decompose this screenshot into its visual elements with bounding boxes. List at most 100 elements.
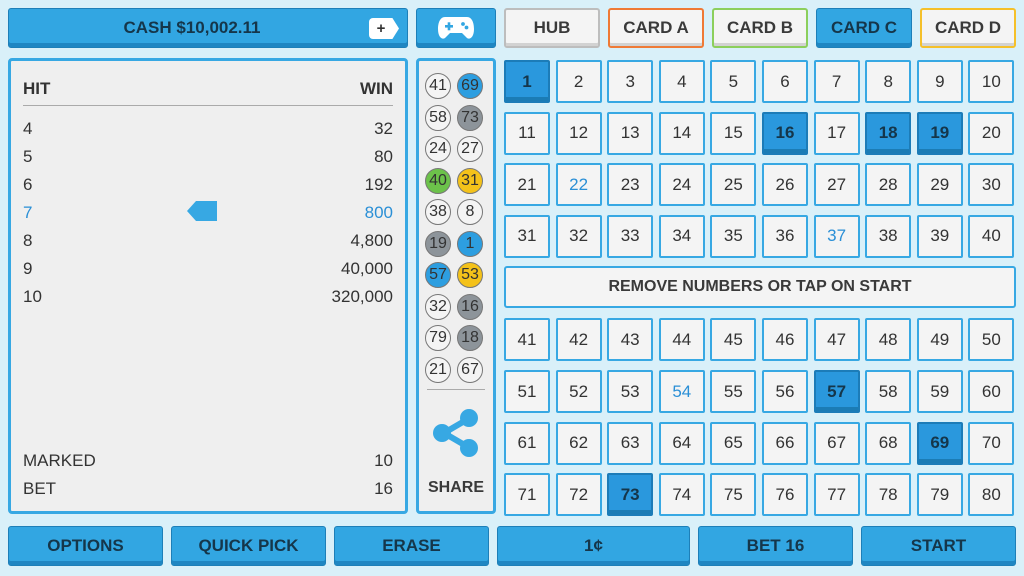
board-cell-47[interactable]: 47 [813, 318, 860, 362]
board-cell-67[interactable]: 67 [813, 421, 860, 465]
tab-card-a[interactable]: CARD A [608, 8, 704, 48]
bet-button[interactable]: BET 16 [698, 526, 853, 566]
board-cell-62[interactable]: 62 [555, 421, 602, 465]
board-cell-23[interactable]: 23 [607, 163, 654, 207]
board-cell-34[interactable]: 34 [658, 214, 705, 258]
denomination-button[interactable]: 1¢ [497, 526, 690, 566]
board-cell-28[interactable]: 28 [865, 163, 912, 207]
board-cell-12[interactable]: 12 [555, 111, 602, 155]
board-cell-39[interactable]: 39 [916, 214, 963, 258]
board-cell-14[interactable]: 14 [658, 111, 705, 155]
board-cell-2[interactable]: 2 [555, 60, 602, 103]
board-cell-66[interactable]: 66 [762, 421, 808, 465]
add-cash-icon[interactable]: + [369, 18, 399, 39]
board-cell-9[interactable]: 9 [916, 60, 963, 103]
board-cell-31[interactable]: 31 [504, 214, 550, 258]
board-cell-49[interactable]: 49 [916, 318, 963, 362]
board-cell-38[interactable]: 38 [865, 214, 912, 258]
board-cell-15[interactable]: 15 [710, 111, 757, 155]
games-button[interactable] [416, 8, 496, 48]
start-button[interactable]: START [861, 526, 1016, 566]
board-cell-54[interactable]: 54 [658, 370, 705, 413]
win-amount: 192 [364, 175, 393, 194]
board-cell-78[interactable]: 78 [865, 473, 912, 517]
board-cell-63[interactable]: 63 [607, 421, 654, 465]
board-cell-65[interactable]: 65 [710, 421, 757, 465]
board-cell-73[interactable]: 73 [607, 473, 654, 517]
board-cell-42[interactable]: 42 [555, 318, 602, 362]
board-cell-45[interactable]: 45 [710, 318, 757, 362]
board-cell-22[interactable]: 22 [555, 163, 602, 207]
board-cell-69[interactable]: 69 [916, 421, 963, 465]
board-cell-64[interactable]: 64 [658, 421, 705, 465]
board-cell-25[interactable]: 25 [710, 163, 757, 207]
tab-card-b[interactable]: CARD B [712, 8, 808, 48]
board-cell-41[interactable]: 41 [504, 318, 550, 362]
board-cell-6[interactable]: 6 [762, 60, 808, 103]
board-cell-75[interactable]: 75 [710, 473, 757, 517]
drawn-ball: 67 [457, 356, 483, 383]
board-cell-30[interactable]: 30 [968, 163, 1015, 207]
board-cell-17[interactable]: 17 [813, 111, 860, 155]
board-cell-13[interactable]: 13 [607, 111, 654, 155]
board-cell-19[interactable]: 19 [916, 111, 963, 155]
board-cell-68[interactable]: 68 [865, 421, 912, 465]
board-cell-18[interactable]: 18 [865, 111, 912, 155]
board-cell-60[interactable]: 60 [968, 370, 1015, 413]
board-cell-35[interactable]: 35 [710, 214, 757, 258]
board-cell-33[interactable]: 33 [607, 214, 654, 258]
board-cell-44[interactable]: 44 [658, 318, 705, 362]
board-cell-71[interactable]: 71 [504, 473, 550, 517]
board-cell-50[interactable]: 50 [968, 318, 1015, 362]
share-button[interactable]: SHARE [419, 407, 493, 497]
board-cell-55[interactable]: 55 [710, 370, 757, 413]
board-cell-32[interactable]: 32 [555, 214, 602, 258]
tab-hub[interactable]: HUB [504, 8, 600, 48]
board-cell-5[interactable]: 5 [710, 60, 757, 103]
board-cell-43[interactable]: 43 [607, 318, 654, 362]
board-cell-79[interactable]: 79 [916, 473, 963, 517]
board-cell-29[interactable]: 29 [916, 163, 963, 207]
board-cell-77[interactable]: 77 [813, 473, 860, 517]
board-cell-58[interactable]: 58 [865, 370, 912, 413]
cash-button[interactable]: CASH $10,002.11 + [8, 8, 408, 48]
board-cell-26[interactable]: 26 [762, 163, 808, 207]
board-cell-52[interactable]: 52 [555, 370, 602, 413]
board-cell-20[interactable]: 20 [968, 111, 1015, 155]
board-cell-51[interactable]: 51 [504, 370, 550, 413]
erase-button[interactable]: ERASE [334, 526, 489, 566]
tab-card-c[interactable]: CARD C [816, 8, 912, 48]
board-cell-70[interactable]: 70 [968, 421, 1015, 465]
board-cell-57[interactable]: 57 [813, 370, 860, 413]
board-cell-7[interactable]: 7 [813, 60, 860, 103]
board-cell-3[interactable]: 3 [607, 60, 654, 103]
board-cell-76[interactable]: 76 [762, 473, 808, 517]
board-cell-10[interactable]: 10 [968, 60, 1015, 103]
drawn-ball: 24 [425, 136, 451, 162]
board-cell-74[interactable]: 74 [658, 473, 705, 517]
board-cell-4[interactable]: 4 [658, 60, 705, 103]
board-cell-40[interactable]: 40 [968, 214, 1015, 258]
board-cell-56[interactable]: 56 [762, 370, 808, 413]
tab-card-d[interactable]: CARD D [920, 8, 1016, 48]
quick-pick-button[interactable]: QUICK PICK [171, 526, 326, 566]
board-cell-27[interactable]: 27 [813, 163, 860, 207]
board-cell-16[interactable]: 16 [762, 111, 808, 155]
board-cell-48[interactable]: 48 [865, 318, 912, 362]
board-cell-11[interactable]: 11 [504, 111, 550, 155]
board-cell-36[interactable]: 36 [762, 214, 808, 258]
drawn-ball: 16 [457, 293, 483, 320]
board-cell-59[interactable]: 59 [916, 370, 963, 413]
board-cell-61[interactable]: 61 [504, 421, 550, 465]
board-cell-37[interactable]: 37 [813, 214, 860, 258]
board-cell-24[interactable]: 24 [658, 163, 705, 207]
board-cell-72[interactable]: 72 [555, 473, 602, 517]
drawn-ball: 18 [457, 325, 483, 351]
board-cell-53[interactable]: 53 [607, 370, 654, 413]
board-cell-21[interactable]: 21 [504, 163, 550, 207]
options-button[interactable]: OPTIONS [8, 526, 163, 566]
board-cell-1[interactable]: 1 [504, 60, 550, 103]
board-cell-8[interactable]: 8 [865, 60, 912, 103]
board-cell-80[interactable]: 80 [968, 473, 1015, 517]
board-cell-46[interactable]: 46 [762, 318, 808, 362]
